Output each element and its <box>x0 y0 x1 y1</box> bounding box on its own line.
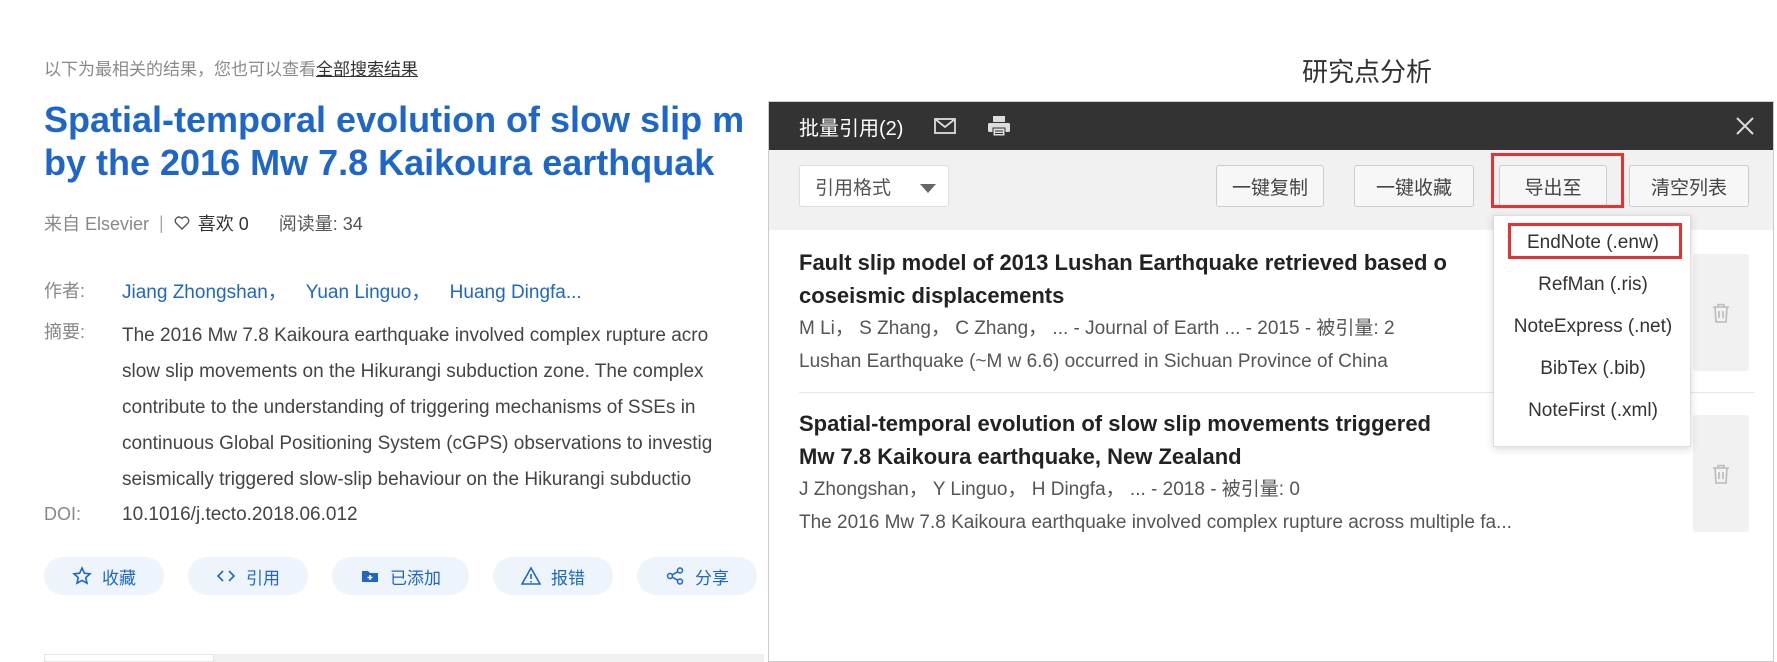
report-label: 报错 <box>551 568 585 588</box>
related-results-hint: 以下为最相关的结果，您也可以查看全部搜索结果 <box>44 55 418 80</box>
citation-format-select[interactable]: 引用格式 <box>799 165 949 207</box>
collect-all-button[interactable]: 一键收藏 <box>1354 165 1474 207</box>
share-label: 分享 <box>695 568 729 588</box>
report-error-button[interactable]: 报错 <box>493 557 613 595</box>
share-button[interactable]: 分享 <box>637 557 757 595</box>
author-link[interactable]: Jiang Zhongshan， <box>122 282 287 303</box>
folder-plus-icon <box>362 571 378 582</box>
tabs-strip <box>44 654 764 662</box>
collect-label: 收藏 <box>102 568 136 588</box>
modal-header: 批量引用(2) <box>769 102 1773 150</box>
citation-format-value: 引用格式 <box>815 177 892 199</box>
action-bar: 收藏 引用 已添加 报错 分享 <box>44 557 757 595</box>
warning-icon <box>521 566 541 585</box>
code-icon <box>216 570 236 582</box>
delete-entry-button[interactable] <box>1693 415 1749 532</box>
authors-list: Jiang Zhongshan， Yuan Linguo， Huang Ding… <box>122 277 596 304</box>
trash-icon <box>1713 464 1729 484</box>
share-icon <box>666 567 684 585</box>
modal-title: 批量引用(2) <box>799 117 904 140</box>
cite-button[interactable]: 引用 <box>188 557 308 595</box>
export-highlight <box>1491 153 1624 208</box>
chevron-down-icon <box>920 184 936 193</box>
collect-button[interactable]: 收藏 <box>44 557 164 595</box>
all-results-link[interactable]: 全部搜索结果 <box>316 60 418 79</box>
author-link[interactable]: Huang Dingfa... <box>450 282 582 303</box>
star-icon <box>72 566 92 585</box>
export-option-bibtex[interactable]: BibTex (.bib) <box>1494 358 1692 380</box>
doi-label: DOI: <box>44 504 82 524</box>
printer-icon[interactable] <box>987 115 1011 137</box>
article-title[interactable]: Spatial-temporal evolution of slow slip … <box>44 98 784 184</box>
delete-entry-button[interactable] <box>1693 254 1749 371</box>
likes-count[interactable]: 喜欢 0 <box>198 210 249 236</box>
authors-label: 作者: <box>44 281 86 301</box>
copy-all-button[interactable]: 一键复制 <box>1216 165 1324 207</box>
entry-abstract: The 2016 Mw 7.8 Kaikoura earthquake invo… <box>799 512 1512 533</box>
author-link[interactable]: Yuan Linguo， <box>306 282 431 303</box>
clear-list-button[interactable]: 清空列表 <box>1629 165 1749 207</box>
added-label: 已添加 <box>390 568 441 588</box>
abstract-line: contribute to the understanding of trigg… <box>122 397 696 418</box>
export-option-refman[interactable]: RefMan (.ris) <box>1494 274 1692 296</box>
mail-icon[interactable] <box>933 115 957 137</box>
endnote-highlight <box>1508 223 1682 259</box>
trash-icon <box>1713 303 1729 323</box>
title-line-1[interactable]: Spatial-temporal evolution of slow slip … <box>44 98 784 141</box>
abstract-line: slow slip movements on the Hikurangi sub… <box>122 361 704 382</box>
cite-label: 引用 <box>246 568 280 588</box>
added-button[interactable]: 已添加 <box>332 557 469 595</box>
abstract-line: continuous Global Positioning System (cG… <box>122 433 713 454</box>
article-meta: 来自 Elsevier | 喜欢 0 阅读量: 34 <box>44 210 363 236</box>
meta-separator: | <box>159 212 164 233</box>
title-line-2[interactable]: by the 2016 Mw 7.8 Kaikoura earthquak <box>44 141 784 184</box>
hint-text: 以下为最相关的结果，您也可以查看 <box>44 60 316 79</box>
entry-meta: J Zhongshan， Y Linguo， H Dingfa， ... - 2… <box>799 479 1300 500</box>
export-option-noteexpress[interactable]: NoteExpress (.net) <box>1494 316 1692 338</box>
abstract-line: The 2016 Mw 7.8 Kaikoura earthquake invo… <box>122 325 709 346</box>
active-tab[interactable] <box>44 654 214 662</box>
abstract-text: The 2016 Mw 7.8 Kaikoura earthquake invo… <box>122 318 782 498</box>
export-option-notefirst[interactable]: NoteFirst (.xml) <box>1494 400 1692 422</box>
research-analysis-heading: 研究点分析 <box>1302 57 1433 87</box>
abstract-label: 摘要: <box>44 322 86 342</box>
close-icon[interactable] <box>1735 116 1755 136</box>
abstract-line: seismically triggered slow-slip behaviou… <box>122 469 692 490</box>
doi-value: 10.1016/j.tecto.2018.06.012 <box>122 504 358 525</box>
source-label: 来自 Elsevier <box>44 214 150 234</box>
heart-icon[interactable] <box>174 216 190 230</box>
reads-count: 阅读量: 34 <box>278 214 363 234</box>
